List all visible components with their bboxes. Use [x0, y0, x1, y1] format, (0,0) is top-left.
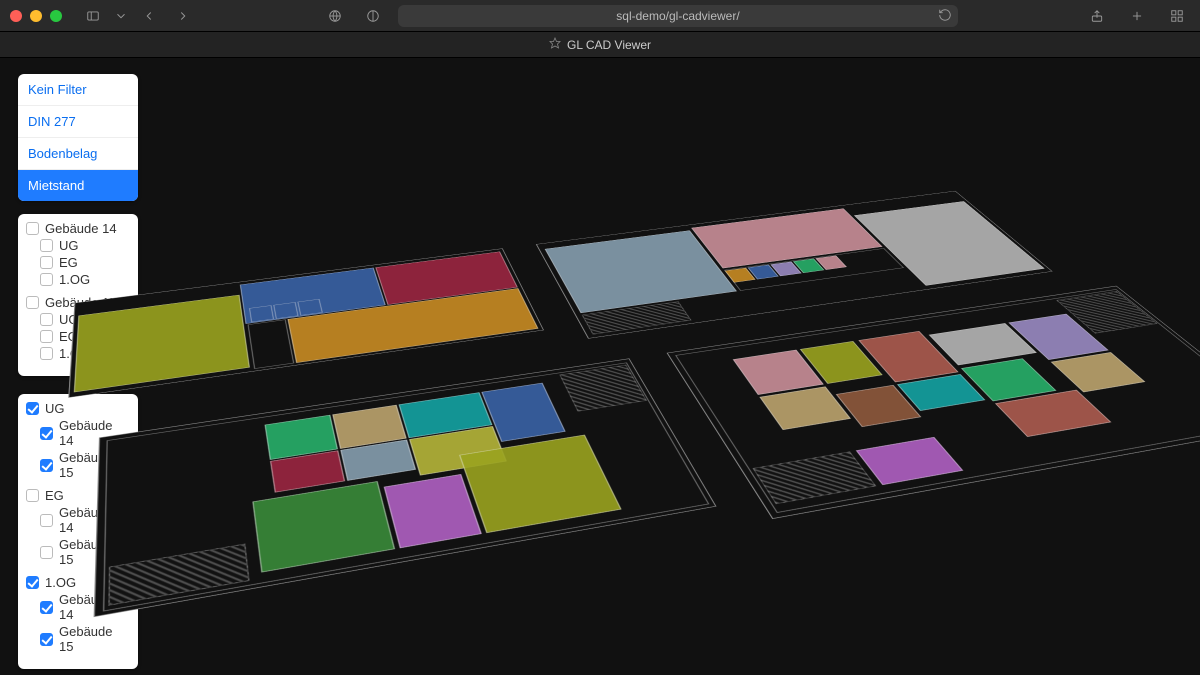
room[interactable] [74, 295, 250, 393]
room[interactable] [399, 392, 493, 438]
room[interactable] [995, 390, 1111, 437]
privacy-report-icon[interactable] [322, 5, 348, 27]
room-outline [273, 302, 298, 319]
room-outline [297, 299, 322, 316]
building-child-checkbox[interactable] [40, 256, 53, 269]
room[interactable] [340, 439, 416, 480]
filter-item[interactable]: Bodenbelag [18, 138, 138, 170]
floorplate-bldg15-lower [667, 286, 1200, 519]
window-controls [10, 10, 62, 22]
room[interactable] [265, 415, 338, 460]
building-label: Gebäude 14 [45, 221, 117, 236]
room-outline [249, 305, 274, 322]
room[interactable] [897, 374, 985, 411]
favorite-star-icon[interactable] [549, 37, 561, 52]
filter-item[interactable]: DIN 277 [18, 106, 138, 138]
room[interactable] [836, 385, 921, 427]
building-child-checkbox[interactable] [40, 239, 53, 252]
building-child-label: UG [59, 238, 79, 253]
tab-bar: GL CAD Viewer [0, 32, 1200, 58]
hatched-area [108, 543, 249, 605]
floorplate-bldg14-upper [68, 248, 544, 397]
address-bar-text: sql-demo/gl-cadviewer/ [616, 9, 739, 23]
share-icon[interactable] [1084, 5, 1110, 27]
building-checkbox[interactable] [26, 222, 39, 235]
room[interactable] [459, 435, 621, 533]
close-window-button[interactable] [10, 10, 22, 22]
chevron-down-icon[interactable] [114, 5, 128, 27]
room-outline [103, 362, 709, 611]
filter-panel: Kein FilterDIN 277BodenbelagMietstand [18, 74, 138, 201]
minimize-window-button[interactable] [30, 10, 42, 22]
floorplan-scene [0, 179, 1200, 675]
new-tab-icon[interactable] [1124, 5, 1150, 27]
room[interactable] [854, 201, 1045, 285]
browser-titlebar: sql-demo/gl-cadviewer/ [0, 0, 1200, 32]
reader-icon[interactable] [360, 5, 386, 27]
reload-icon[interactable] [938, 8, 952, 25]
room-outline [248, 319, 295, 368]
room[interactable] [481, 383, 565, 442]
nav-forward-button[interactable] [170, 5, 196, 27]
room[interactable] [270, 450, 345, 492]
room[interactable] [409, 426, 507, 475]
building-child-checkbox[interactable] [40, 273, 53, 286]
floorplate-bldg14-lower [94, 358, 717, 617]
tab-title[interactable]: GL CAD Viewer [567, 38, 651, 52]
cad-viewer-canvas[interactable]: Kein FilterDIN 277BodenbelagMietstand Ge… [0, 58, 1200, 675]
hatched-area [753, 451, 877, 504]
room[interactable] [759, 386, 851, 430]
room[interactable] [384, 474, 482, 548]
address-bar[interactable]: sql-demo/gl-cadviewer/ [398, 5, 958, 27]
building-child-label: EG [59, 255, 78, 270]
maximize-window-button[interactable] [50, 10, 62, 22]
filter-item[interactable]: Mietstand [18, 170, 138, 201]
room[interactable] [252, 481, 395, 572]
tab-overview-icon[interactable] [1164, 5, 1190, 27]
sidebar-toggle-icon[interactable] [80, 5, 106, 27]
nav-back-button[interactable] [136, 5, 162, 27]
room[interactable] [856, 437, 963, 485]
filter-item[interactable]: Kein Filter [18, 74, 138, 106]
room[interactable] [332, 405, 406, 449]
